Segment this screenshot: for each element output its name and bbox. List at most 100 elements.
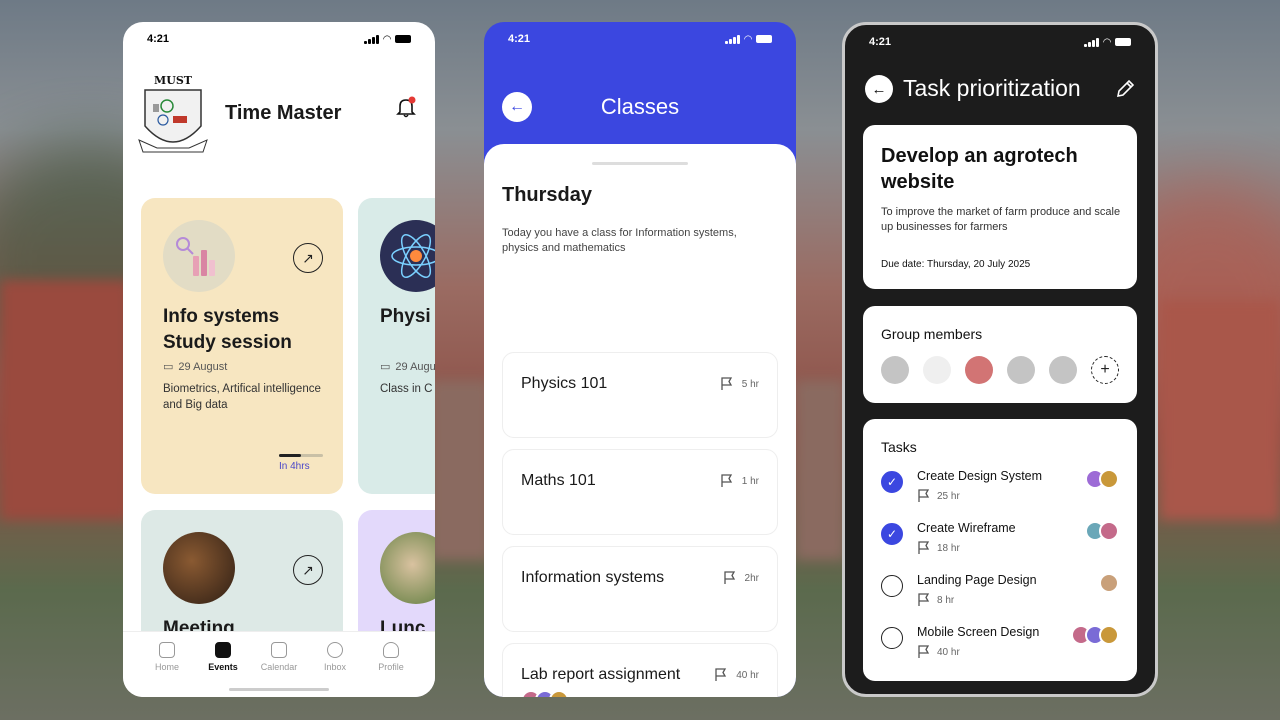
- class-name: Maths 101: [521, 472, 596, 489]
- calendar-icon: [271, 642, 287, 658]
- wifi-icon: ◠: [1103, 36, 1111, 48]
- due-date: Due date: Thursday, 20 July 2025: [881, 259, 1031, 270]
- task-item[interactable]: ✓ Create Design System 25 hr: [881, 469, 1119, 513]
- day-description: Today you have a class for Information s…: [502, 227, 737, 254]
- status-time: 4:21: [869, 36, 892, 48]
- member-avatars: +: [881, 356, 1119, 384]
- page-title: Classes: [600, 94, 680, 119]
- wifi-icon: ◠: [383, 33, 391, 45]
- events-icon: [215, 642, 231, 658]
- task-name: Create Wireframe: [917, 521, 1016, 535]
- event-description: Class in C by Dr Tesl: [380, 383, 435, 395]
- edit-pencil-icon[interactable]: [1115, 79, 1135, 99]
- signal-icon: [725, 34, 741, 44]
- class-name: Physics 101: [521, 375, 608, 392]
- member-avatar[interactable]: [881, 356, 909, 384]
- flag-icon: [918, 489, 930, 502]
- task-assignees: [1099, 573, 1119, 593]
- battery-icon: [756, 35, 772, 43]
- open-arrow-icon[interactable]: ↗: [293, 555, 323, 585]
- calendar-icon: ▭: [163, 361, 174, 373]
- task-checkbox[interactable]: [881, 575, 903, 597]
- class-duration: 40 hr: [736, 669, 759, 681]
- home-indicator: [229, 688, 329, 691]
- flag-icon: [721, 474, 732, 487]
- event-progress: [279, 454, 323, 457]
- task-name: Create Design System: [917, 469, 1043, 483]
- task-hours: 25 hr: [937, 490, 960, 502]
- calendar-icon: ▭: [380, 361, 391, 373]
- class-name: Lab report assignment: [521, 666, 681, 683]
- task-assignees: [1085, 469, 1119, 489]
- member-avatar[interactable]: [1007, 356, 1035, 384]
- participant-avatars: [521, 690, 569, 697]
- sheet-handle[interactable]: [592, 162, 688, 165]
- group-members-label: Group members: [881, 326, 983, 342]
- inbox-icon: [327, 642, 343, 658]
- status-bar: 4:21 ◠: [484, 22, 796, 56]
- profile-icon: [383, 642, 399, 658]
- project-title: Develop an agrotech website: [881, 145, 1078, 193]
- home-icon: [159, 642, 175, 658]
- class-card[interactable]: Maths 101 1 hr: [502, 449, 778, 535]
- phone-classes: 4:21 ◠ ← Classes Thursday Today you have…: [484, 22, 796, 697]
- battery-icon: [1115, 38, 1131, 46]
- card-photo: [380, 532, 435, 604]
- task-hours: 18 hr: [937, 542, 960, 554]
- signal-icon: [1084, 37, 1100, 47]
- status-bar: 4:21 ◠: [123, 22, 435, 56]
- wifi-icon: ◠: [744, 33, 752, 45]
- class-card[interactable]: Physics 101 5 hr: [502, 352, 778, 438]
- task-item[interactable]: ✓ Create Wireframe 18 hr: [881, 521, 1119, 565]
- avatar: [1099, 521, 1119, 541]
- event-title: Physi class: [380, 306, 435, 327]
- status-time: 4:21: [147, 33, 170, 45]
- card-illustration: [380, 220, 435, 292]
- class-card[interactable]: Information systems 2hr: [502, 546, 778, 632]
- task-checkbox[interactable]: [881, 627, 903, 649]
- event-title: Info systems Study session: [163, 306, 292, 353]
- flag-icon: [715, 668, 727, 681]
- avatar: [1099, 469, 1119, 489]
- member-avatar[interactable]: [1049, 356, 1077, 384]
- task-checkbox[interactable]: ✓: [881, 523, 903, 545]
- notification-bell-icon[interactable]: [395, 96, 417, 118]
- task-assignees: [1071, 625, 1119, 645]
- task-name: Mobile Screen Design: [917, 625, 1040, 639]
- task-item[interactable]: Mobile Screen Design 40 hr: [881, 625, 1119, 669]
- task-item[interactable]: Landing Page Design 8 hr: [881, 573, 1119, 617]
- day-heading: Thursday: [502, 184, 593, 206]
- phone-task-prioritization: 4:21 ◠ ← Task prioritization Develop an …: [842, 22, 1158, 697]
- event-date: ▭ 29 Augu: [380, 360, 435, 374]
- member-avatar[interactable]: [923, 356, 951, 384]
- flag-icon: [918, 645, 930, 658]
- project-card[interactable]: Develop an agrotech website To improve t…: [863, 125, 1137, 289]
- event-card-info-systems[interactable]: ↗ Info systems Study session ▭ 29 August…: [141, 198, 343, 494]
- flag-icon: [918, 541, 930, 554]
- add-member-button[interactable]: +: [1091, 356, 1119, 384]
- nav-profile[interactable]: Profile: [366, 642, 416, 697]
- event-date: ▭ 29 August: [163, 360, 228, 374]
- nav-home[interactable]: Home: [142, 642, 192, 697]
- event-card-physics[interactable]: Physi class ▭ 29 Augu Class in C by Dr T…: [358, 198, 435, 494]
- back-arrow-icon[interactable]: ←: [865, 75, 893, 103]
- event-time-left: In 4hrs: [279, 461, 310, 472]
- class-card[interactable]: Lab report assignment 40 hr: [502, 643, 778, 697]
- task-checkbox[interactable]: ✓: [881, 471, 903, 493]
- member-avatar[interactable]: [965, 356, 993, 384]
- tasks-card: Tasks ✓ Create Design System 25 hr ✓ Cre…: [863, 419, 1137, 681]
- flag-icon: [918, 593, 930, 606]
- battery-icon: [395, 35, 411, 43]
- avatar: [1099, 573, 1119, 593]
- signal-icon: [364, 34, 380, 44]
- class-name: Information systems: [521, 569, 665, 586]
- card-photo: [163, 532, 235, 604]
- status-bar: 4:21 ◠: [845, 25, 1155, 59]
- tasks-label: Tasks: [881, 439, 917, 455]
- task-hours: 40 hr: [937, 646, 960, 658]
- project-subtitle: To improve the market of farm produce an…: [881, 206, 1121, 233]
- avatar: [1099, 625, 1119, 645]
- class-duration: 5 hr: [741, 378, 759, 390]
- task-name: Landing Page Design: [917, 573, 1037, 587]
- open-arrow-icon[interactable]: ↗: [293, 243, 323, 273]
